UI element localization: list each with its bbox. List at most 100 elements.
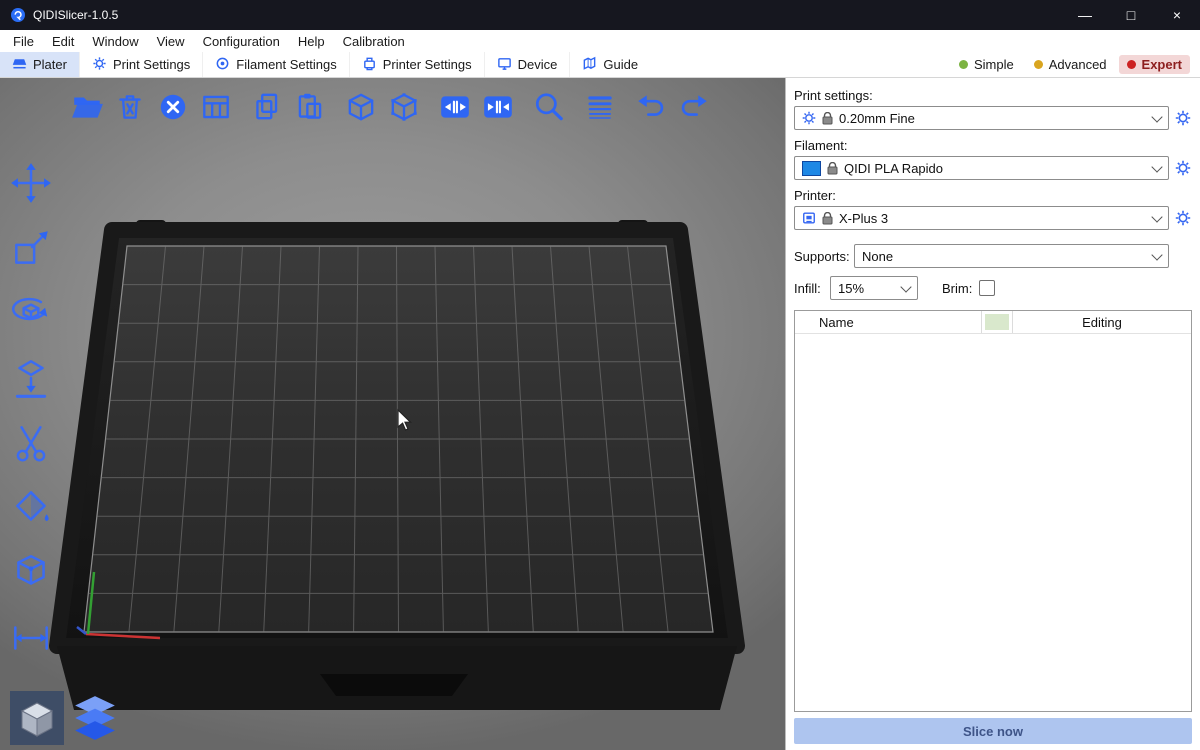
brim-label: Brim:: [942, 281, 972, 296]
tab-label: Filament Settings: [236, 57, 336, 72]
mode-label: Expert: [1142, 57, 1182, 72]
close-button[interactable]: ×: [1154, 0, 1200, 30]
delete-all-icon[interactable]: [156, 90, 190, 124]
copy-icon[interactable]: [250, 90, 284, 124]
mode-advanced[interactable]: Advanced: [1026, 55, 1115, 74]
printer-combo[interactable]: X-Plus 3: [794, 206, 1169, 230]
tab-printer-settings[interactable]: Printer Settings: [350, 52, 485, 77]
mode-expert[interactable]: Expert: [1119, 55, 1190, 74]
titlebar: QIDISlicer-1.0.5 — □ ×: [0, 0, 1200, 30]
settings-sidebar: Print settings: 0.20mm Fine Filament: QI…: [785, 78, 1200, 750]
view-preview-button[interactable]: [68, 691, 122, 745]
undo-icon[interactable]: [634, 90, 668, 124]
filament-label: Filament:: [794, 138, 1192, 153]
menu-window[interactable]: Window: [83, 34, 147, 49]
print-bed-canvas[interactable]: [0, 78, 785, 750]
lock-icon: [822, 212, 833, 225]
preset-gear-icon: [802, 111, 816, 125]
chevron-down-icon: [1151, 161, 1162, 172]
menu-calibration[interactable]: Calibration: [334, 34, 414, 49]
supports-value: None: [862, 249, 1147, 264]
print-settings-icon: [92, 56, 107, 74]
edit-filament-gear-icon[interactable]: [1174, 160, 1192, 176]
printer-value: X-Plus 3: [839, 211, 1147, 226]
print-settings-label: Print settings:: [794, 88, 1192, 103]
search-icon[interactable]: [532, 90, 566, 124]
column-name[interactable]: Name: [795, 311, 981, 333]
app-logo-icon: [10, 7, 26, 23]
menu-file[interactable]: File: [4, 34, 43, 49]
measure-icon[interactable]: [8, 615, 54, 661]
edit-printer-gear-icon[interactable]: [1174, 210, 1192, 226]
viewport-3d[interactable]: [0, 78, 785, 750]
open-folder-icon[interactable]: [70, 90, 104, 124]
infill-label: Infill:: [794, 281, 830, 296]
filament-combo[interactable]: QIDI PLA Rapido: [794, 156, 1169, 180]
menu-configuration[interactable]: Configuration: [194, 34, 289, 49]
expert-dot-icon: [1127, 60, 1136, 69]
remove-instance-icon[interactable]: [387, 90, 421, 124]
maximize-button[interactable]: □: [1108, 0, 1154, 30]
menu-edit[interactable]: Edit: [43, 34, 83, 49]
guide-icon: [582, 56, 597, 74]
object-list-body[interactable]: [795, 334, 1191, 711]
left-toolbar: [8, 160, 54, 680]
object-list-header: Name Editing: [795, 311, 1191, 334]
tab-print-settings[interactable]: Print Settings: [80, 52, 203, 77]
slice-now-button[interactable]: Slice now: [794, 718, 1192, 744]
variable-layer-height-icon[interactable]: [583, 90, 617, 124]
app-window: QIDISlicer-1.0.5 — □ × File Edit Window …: [0, 0, 1200, 750]
tab-bar: Plater Print Settings Filament Settings …: [0, 52, 1200, 78]
tab-label: Print Settings: [113, 57, 190, 72]
tab-filament-settings[interactable]: Filament Settings: [203, 52, 349, 77]
infill-value: 15%: [838, 281, 896, 296]
object-list[interactable]: Name Editing: [794, 310, 1192, 712]
column-editing[interactable]: Editing: [1012, 311, 1191, 333]
rotate-icon[interactable]: [8, 290, 54, 336]
seam-icon[interactable]: [8, 550, 54, 596]
move-icon[interactable]: [8, 160, 54, 206]
place-on-face-icon[interactable]: [8, 355, 54, 401]
menu-view[interactable]: View: [148, 34, 194, 49]
window-title: QIDISlicer-1.0.5: [33, 8, 118, 22]
device-icon: [497, 56, 512, 74]
menu-help[interactable]: Help: [289, 34, 334, 49]
supports-label: Supports:: [794, 249, 854, 264]
print-settings-combo[interactable]: 0.20mm Fine: [794, 106, 1169, 130]
lock-icon: [822, 112, 833, 125]
tab-device[interactable]: Device: [485, 52, 571, 77]
print-bed: [57, 220, 737, 710]
cut-icon[interactable]: [8, 420, 54, 466]
filament-color-swatch: [802, 161, 821, 176]
mode-label: Simple: [974, 57, 1014, 72]
column-extruder[interactable]: [981, 311, 1012, 333]
plater-icon: [12, 56, 27, 74]
arrange-icon[interactable]: [199, 90, 233, 124]
chevron-down-icon: [1151, 211, 1162, 222]
paint-supports-icon[interactable]: [8, 485, 54, 531]
split-objects-icon[interactable]: [438, 90, 472, 124]
view-3d-editor-button[interactable]: [10, 691, 64, 745]
add-instance-icon[interactable]: [344, 90, 378, 124]
infill-combo[interactable]: 15%: [830, 276, 918, 300]
brim-checkbox[interactable]: [979, 280, 995, 296]
scale-icon[interactable]: [8, 225, 54, 271]
tab-plater[interactable]: Plater: [0, 52, 80, 77]
supports-combo[interactable]: None: [854, 244, 1169, 268]
extruder-swatch: [985, 314, 1009, 330]
mode-label: Advanced: [1049, 57, 1107, 72]
mode-switcher: Simple Advanced Expert: [951, 52, 1200, 77]
minimize-button[interactable]: —: [1062, 0, 1108, 30]
filament-value: QIDI PLA Rapido: [844, 161, 1147, 176]
print-settings-value: 0.20mm Fine: [839, 111, 1147, 126]
mode-simple[interactable]: Simple: [951, 55, 1022, 74]
redo-icon[interactable]: [677, 90, 711, 124]
lock-icon: [827, 162, 838, 175]
split-parts-icon[interactable]: [481, 90, 515, 124]
edit-print-settings-gear-icon[interactable]: [1174, 110, 1192, 126]
tab-label: Printer Settings: [383, 57, 472, 72]
tab-label: Plater: [33, 57, 67, 72]
delete-icon[interactable]: [113, 90, 147, 124]
tab-guide[interactable]: Guide: [570, 52, 650, 77]
paste-icon[interactable]: [293, 90, 327, 124]
